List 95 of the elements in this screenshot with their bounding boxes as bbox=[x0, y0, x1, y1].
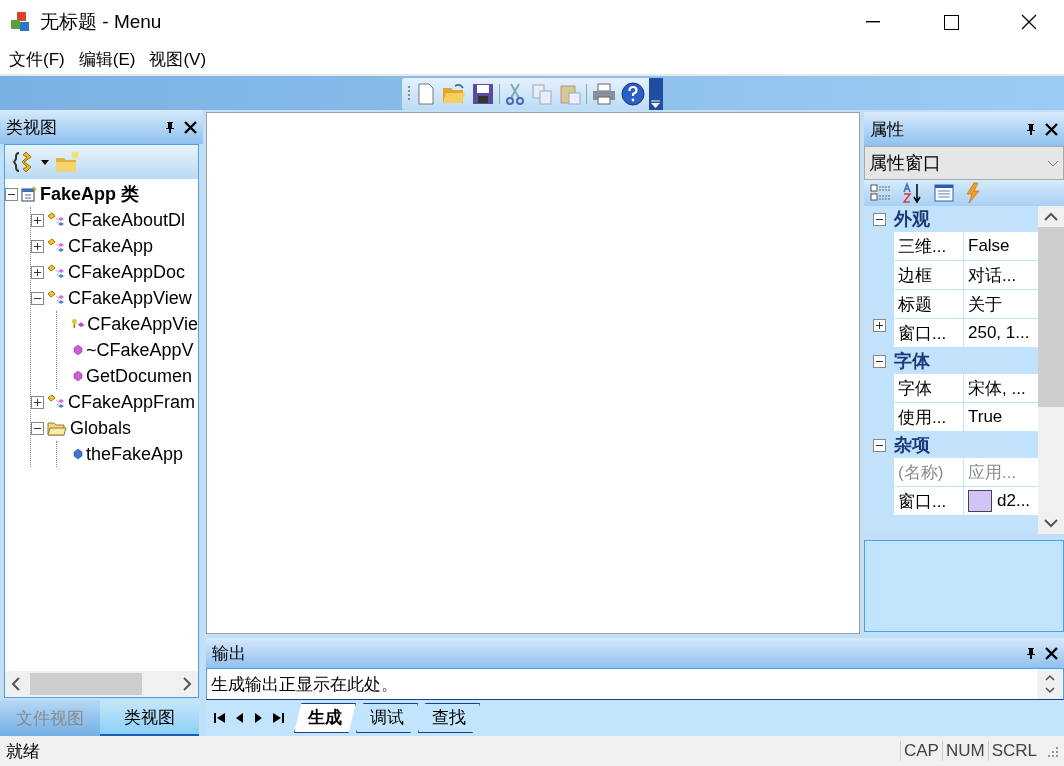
vertical-scrollbar[interactable] bbox=[1038, 206, 1064, 534]
class-icon bbox=[47, 238, 65, 254]
scroll-up-icon[interactable] bbox=[1044, 212, 1058, 221]
scroll-arrows-icon[interactable] bbox=[1044, 672, 1056, 696]
category-label: 杂项 bbox=[894, 434, 930, 457]
grip-icon bbox=[407, 85, 411, 103]
chevron-down-icon[interactable] bbox=[1047, 159, 1059, 167]
panel-tab[interactable]: 类视图 bbox=[99, 700, 199, 736]
tree-item[interactable]: ~CFakeAppV bbox=[86, 339, 194, 361]
category-label: 字体 bbox=[894, 350, 930, 373]
dropdown-arrow-icon[interactable] bbox=[41, 159, 49, 165]
expander-box[interactable] bbox=[872, 354, 886, 368]
minimize-icon[interactable] bbox=[866, 21, 880, 23]
first-icon[interactable] bbox=[214, 712, 226, 724]
status-indicator: NUM bbox=[941, 741, 988, 761]
close-icon[interactable] bbox=[184, 120, 197, 134]
save-icon[interactable] bbox=[470, 82, 495, 106]
window-title: 无标题 - Menu bbox=[40, 10, 163, 34]
scroll-down-icon[interactable] bbox=[1044, 519, 1058, 528]
cut-icon[interactable] bbox=[503, 82, 526, 106]
panel-title: 属性 bbox=[870, 118, 905, 141]
project-icon bbox=[21, 186, 37, 202]
expander-box[interactable] bbox=[5, 187, 18, 201]
maximize-icon[interactable] bbox=[943, 14, 959, 30]
property-name[interactable]: 标题 bbox=[894, 290, 964, 318]
property-name[interactable]: 窗口... bbox=[894, 487, 964, 515]
tree-item[interactable]: CFakeAppDoc bbox=[68, 261, 186, 283]
status-indicator: SCRL bbox=[987, 741, 1040, 761]
status-indicator: CAP bbox=[899, 741, 942, 761]
tree-item[interactable]: FakeApp 类 bbox=[40, 182, 140, 206]
key-method-icon bbox=[70, 317, 85, 331]
tree-item[interactable]: Globals bbox=[70, 417, 132, 439]
output-tab[interactable]: 查找 bbox=[418, 703, 480, 733]
property-name[interactable]: 窗口... bbox=[894, 319, 964, 347]
expander-box[interactable] bbox=[31, 395, 44, 409]
category-label: 外观 bbox=[894, 208, 930, 231]
object-combo-box[interactable]: 属性窗口 bbox=[864, 146, 1064, 180]
method-icon bbox=[73, 370, 83, 382]
overflow-button[interactable] bbox=[648, 78, 663, 110]
categorized-icon[interactable] bbox=[870, 183, 892, 203]
expander-box[interactable] bbox=[31, 239, 44, 253]
method-icon bbox=[73, 344, 83, 356]
tree-item[interactable]: CFakeApp bbox=[68, 235, 154, 257]
expander-box[interactable] bbox=[31, 213, 44, 227]
status-text: 就绪 bbox=[6, 740, 41, 763]
app-icon bbox=[10, 11, 32, 33]
expander-box[interactable] bbox=[872, 438, 886, 452]
folder-icon bbox=[47, 420, 67, 436]
close-icon[interactable] bbox=[1045, 122, 1058, 136]
close-icon[interactable] bbox=[1021, 14, 1037, 30]
pin-icon[interactable] bbox=[1025, 122, 1037, 136]
property-name[interactable]: 字体 bbox=[894, 374, 964, 402]
expander-box[interactable] bbox=[872, 319, 886, 332]
class-icon bbox=[47, 212, 65, 228]
property-name[interactable]: 三维... bbox=[894, 232, 964, 260]
next-icon[interactable] bbox=[254, 712, 262, 724]
horizontal-scrollbar[interactable] bbox=[5, 671, 198, 697]
tree-item[interactable]: CFakeAboutDl bbox=[68, 209, 186, 231]
scroll-right-icon[interactable] bbox=[183, 677, 192, 691]
property-name[interactable]: 边框 bbox=[894, 261, 964, 289]
printer-icon[interactable] bbox=[590, 82, 617, 106]
menu-item[interactable]: 文件(F) bbox=[4, 47, 70, 71]
field-icon bbox=[73, 448, 83, 460]
resize-grip-icon[interactable] bbox=[1046, 745, 1058, 757]
expander-box[interactable] bbox=[872, 212, 886, 226]
pin-icon[interactable] bbox=[1025, 646, 1037, 660]
tree-item[interactable]: CFakeAppView bbox=[68, 287, 192, 309]
panel-title: 输出 bbox=[212, 642, 247, 665]
class-icon bbox=[47, 394, 65, 410]
class-icon bbox=[47, 264, 65, 280]
menu-item[interactable]: 编辑(E) bbox=[73, 47, 141, 71]
tree-item[interactable]: theFakeApp bbox=[86, 443, 184, 465]
class-icon bbox=[47, 290, 65, 306]
panel-title: 类视图 bbox=[6, 116, 58, 139]
tree-item[interactable]: GetDocumen bbox=[86, 365, 193, 387]
tree-item[interactable]: CFakeAppFram bbox=[68, 391, 196, 413]
scroll-left-icon[interactable] bbox=[11, 677, 20, 691]
sort-alphabetical-icon[interactable] bbox=[902, 182, 924, 204]
previous-icon[interactable] bbox=[236, 712, 244, 724]
tree-item[interactable]: CFakeAppVie bbox=[87, 313, 198, 335]
close-icon[interactable] bbox=[1045, 646, 1058, 660]
menu-item[interactable]: 视图(V) bbox=[144, 47, 212, 71]
property-name[interactable]: 使用... bbox=[894, 403, 964, 431]
output-tab[interactable]: 生成 bbox=[294, 703, 356, 733]
help-icon[interactable] bbox=[620, 82, 645, 106]
expander-box[interactable] bbox=[31, 421, 44, 435]
property-pages-icon[interactable] bbox=[934, 183, 954, 203]
last-icon[interactable] bbox=[272, 712, 284, 724]
dropdown-arrow-icon[interactable] bbox=[651, 100, 660, 108]
output-tab[interactable]: 调试 bbox=[356, 703, 418, 733]
vertical-scrollbar[interactable] bbox=[1037, 669, 1063, 699]
pin-icon[interactable] bbox=[164, 120, 176, 134]
output-line: 生成输出正显示在此处。 bbox=[211, 674, 398, 696]
expander-box[interactable] bbox=[31, 291, 44, 305]
expander-box[interactable] bbox=[31, 265, 44, 279]
